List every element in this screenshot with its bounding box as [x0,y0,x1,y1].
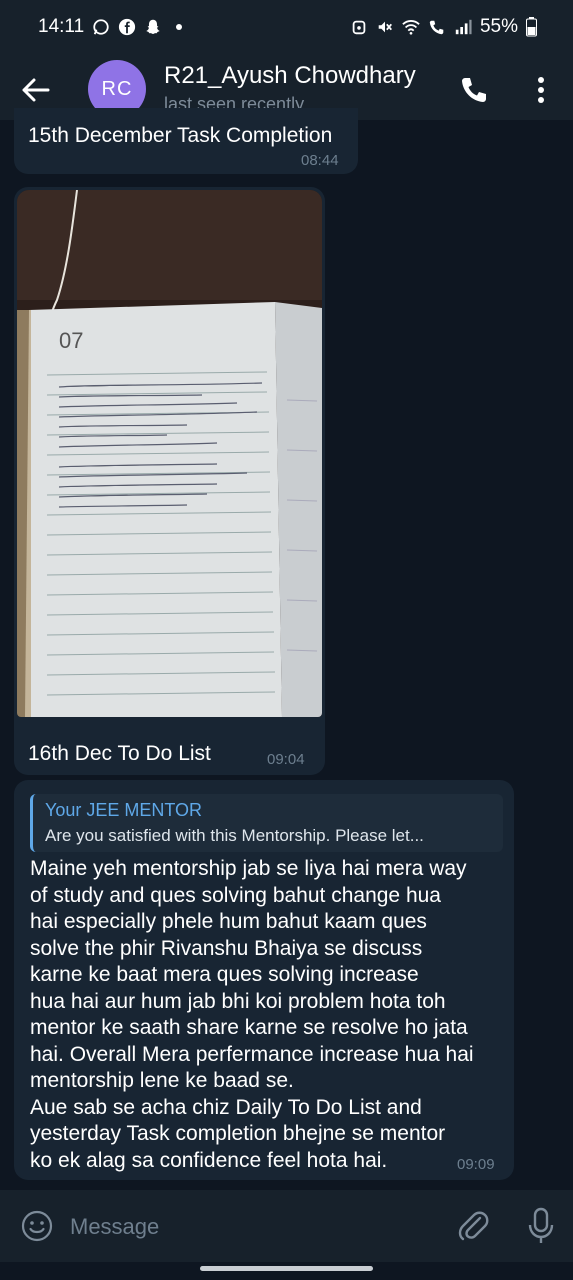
back-arrow-icon[interactable] [18,72,54,108]
avatar-initials: RC [101,77,133,100]
message-input[interactable] [68,1204,432,1250]
notebook-photo-image: 07 [17,190,322,717]
message-time: 08:44 [301,152,339,169]
quoted-reply[interactable]: Your JEE MENTOR Are you satisfied with t… [30,794,503,852]
snapchat-icon [146,19,160,34]
photo-caption: 16th Dec To Do List [28,742,211,765]
phone-call-icon[interactable] [456,72,492,108]
message-text: 15th December Task Completion [28,124,333,147]
photo-message-bubble[interactable]: 07 16th Dec To Do List 09:04 [14,187,325,775]
emoji-icon[interactable] [20,1209,54,1243]
status-time: 14:11 [38,16,85,37]
attach-icon[interactable] [456,1208,490,1244]
message-time: 09:09 [457,1156,495,1173]
status-left: 14:11 [38,16,183,38]
status-bar: 14:11 55% [0,0,573,58]
microphone-icon[interactable] [526,1206,556,1246]
wifi-calling-icon [429,20,444,35]
reply-author: Your JEE MENTOR [45,800,203,820]
wifi-icon [402,20,420,35]
status-right: 55% [350,16,537,38]
reply-snippet: Are you satisfied with this Mentorship. … [45,826,424,845]
notebook-photo[interactable]: 07 [17,190,322,717]
message-time: 09:04 [267,751,305,768]
message-input-bar [0,1190,573,1262]
battery-icon [526,17,537,37]
notification-dot [176,24,183,30]
message-text: Maine yeh mentorship jab se liya hai mer… [30,857,474,1172]
whatsapp-icon [93,19,109,35]
message-bubble[interactable]: 15th December Task Completion 08:44 [14,108,358,174]
svg-text:07: 07 [59,328,83,353]
mute-icon [378,21,392,33]
facebook-icon [119,18,136,36]
signal-icon [455,19,472,35]
more-options-icon[interactable] [528,72,554,108]
battery-percent: 55% [479,16,518,37]
home-indicator[interactable] [200,1266,373,1271]
alarm-icon [352,20,366,35]
contact-name[interactable]: R21_Ayush Chowdhary [164,62,416,90]
reply-message-bubble[interactable]: Your JEE MENTOR Are you satisfied with t… [14,780,514,1180]
